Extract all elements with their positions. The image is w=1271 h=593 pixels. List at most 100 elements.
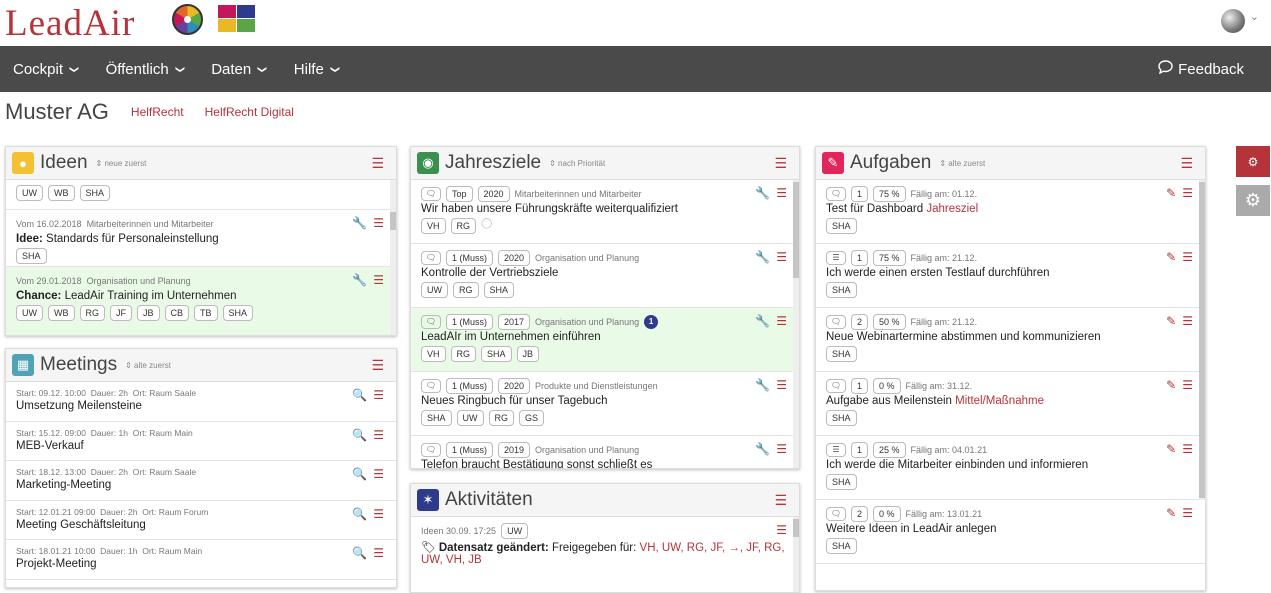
sort-indicator[interactable]: ⇕ nach Priorität xyxy=(549,159,605,168)
tag[interactable]: RG xyxy=(453,282,479,298)
list-item[interactable]: Start: 18.12. 13:00 Dauer: 2h Ort: Raum … xyxy=(6,461,396,501)
menu-icon[interactable]: ☰ xyxy=(776,250,787,264)
list-item[interactable]: 🗨 1 (Muss) 2020 Organisation und Planung Ko… xyxy=(411,244,799,308)
tag[interactable]: WB xyxy=(48,305,75,321)
menu-icon[interactable]: ☰ xyxy=(1182,378,1193,392)
gears-button[interactable]: ⚙ xyxy=(1236,185,1270,216)
list-item[interactable]: 🗨 1 (Muss) 2017 Organisation und Planung 1 L… xyxy=(411,308,799,372)
search-icon[interactable]: 🔍 xyxy=(352,507,367,521)
comment-icon[interactable]: 🗨 xyxy=(421,250,441,265)
menu-icon[interactable]: ☰ xyxy=(373,273,384,287)
tag[interactable]: RG xyxy=(450,346,477,362)
search-icon[interactable]: 🔍 xyxy=(352,428,367,442)
tag[interactable]: RG xyxy=(450,218,477,234)
menu-icon[interactable]: ☰ xyxy=(1182,442,1193,456)
list-item[interactable]: Start: 18.01.21 10:00 Dauer: 1h Ort: Rau… xyxy=(6,540,396,580)
menu-icon[interactable]: ☰ xyxy=(776,314,787,328)
pencil-icon[interactable]: ✎ xyxy=(1166,314,1176,328)
tag[interactable]: SHA xyxy=(826,346,857,362)
chevron-down-icon[interactable]: ⌄ xyxy=(1250,10,1259,23)
tag[interactable]: SHA xyxy=(826,410,857,426)
nav-cockpit[interactable]: Cockpit ❯ xyxy=(0,46,92,92)
sort-indicator[interactable]: ⇕ alte zuerst xyxy=(125,361,171,370)
link-helfrecht-digital[interactable]: HelfRecht Digital xyxy=(205,105,294,119)
tag[interactable]: SHA xyxy=(222,305,254,321)
menu-icon[interactable]: ☰ xyxy=(371,357,384,374)
menu-icon[interactable]: ☰ xyxy=(373,216,384,230)
tag[interactable]: SHA xyxy=(481,346,512,362)
tag[interactable]: SHA xyxy=(16,248,47,264)
wrench-icon[interactable]: 🔧 xyxy=(755,378,770,392)
quadrant-grid-icon[interactable] xyxy=(218,5,255,32)
pencil-icon[interactable]: ✎ xyxy=(1166,186,1176,200)
search-icon[interactable]: 🔍 xyxy=(352,388,367,402)
scrollbar[interactable] xyxy=(793,180,799,468)
settings-gear-button[interactable]: ⚙ xyxy=(1236,146,1270,177)
tag[interactable]: SHA xyxy=(826,474,857,490)
comment-icon[interactable]: 🗨 xyxy=(826,186,846,201)
scrollbar[interactable] xyxy=(390,180,396,335)
tag[interactable]: CB xyxy=(164,305,190,321)
tag[interactable]: UW xyxy=(456,410,484,426)
list-item[interactable]: 🗨 1 0 % Fällig am: 31.12. Aufgabe aus Meile… xyxy=(816,372,1205,436)
list-item[interactable]: Vom 16.02.2018 Mitarbeiterinnen und Mitar… xyxy=(6,210,396,267)
app-logo[interactable]: LeadAir xyxy=(5,2,135,45)
menu-icon[interactable]: ☰ xyxy=(1180,155,1193,172)
menu-icon[interactable]: ☰ xyxy=(774,492,787,509)
count-badge[interactable]: 1 xyxy=(644,314,659,329)
link-helfrecht[interactable]: HelfRecht xyxy=(131,105,184,119)
list-item[interactable]: 🗨 1 75 % Fällig am: 01.12. Test für Dashboa… xyxy=(816,180,1205,244)
list-item[interactable]: Start: 09.12. 10:00 Dauer: 2h Ort: Raum … xyxy=(6,382,396,422)
wrench-icon[interactable]: 🔧 xyxy=(755,314,770,328)
tag[interactable]: RG xyxy=(79,305,105,321)
wrench-icon[interactable]: 🔧 xyxy=(352,273,367,287)
search-icon[interactable]: 🔍 xyxy=(352,467,367,481)
tag[interactable]: GS xyxy=(519,410,545,426)
comment-icon[interactable]: 🗨 xyxy=(826,314,846,329)
color-wheel-icon[interactable] xyxy=(172,4,203,35)
list-item[interactable]: ☰ 1 25 % Fällig am: 04.01.21 Ich werde die … xyxy=(816,436,1205,500)
tag[interactable]: SHA xyxy=(826,218,857,234)
search-icon[interactable]: 🔍 xyxy=(352,546,367,560)
tag[interactable]: SHA xyxy=(421,410,452,426)
menu-icon[interactable]: ☰ xyxy=(776,378,787,392)
tag[interactable]: UW xyxy=(421,282,448,298)
comment-icon[interactable]: 🗨 xyxy=(421,314,441,329)
menu-icon[interactable]: ☰ xyxy=(373,428,384,442)
list-item[interactable]: 🗨 2 0 % Fällig am: 13.01.21 Weitere Ideen i… xyxy=(816,500,1205,564)
comment-icon[interactable]: 🗨 xyxy=(826,506,846,521)
wrench-icon[interactable]: 🔧 xyxy=(755,186,770,200)
nav-oeffentlich[interactable]: Öffentlich ❯ xyxy=(92,46,198,92)
wrench-icon[interactable]: 🔧 xyxy=(755,250,770,264)
list-item[interactable]: 🗨 1 (Muss) 2020 Produkte und Dienstleistung… xyxy=(411,372,799,436)
nav-hilfe[interactable]: Hilfe ❯ xyxy=(280,46,353,92)
list-item[interactable]: ☰ 1 75 % Fällig am: 21.12. Ich werde einen … xyxy=(816,244,1205,308)
list-item[interactable]: 🗨 Top 2020 Mitarbeiterinnen und Mitarbeiter… xyxy=(411,180,799,244)
wrench-icon[interactable]: 🔧 xyxy=(352,216,367,230)
tag[interactable]: WB xyxy=(48,185,75,201)
scrollbar[interactable] xyxy=(1199,180,1205,500)
list-item[interactable]: 🗨 1 (Muss) 2019 Organisation und Planung Te… xyxy=(411,436,799,468)
menu-icon[interactable]: ☰ xyxy=(371,155,384,172)
comment-icon[interactable]: 🗨 xyxy=(421,186,441,201)
menu-icon[interactable]: ☰ xyxy=(1182,186,1193,200)
list-item[interactable]: Vom 29.01.2018 Organisation und Planung C… xyxy=(6,267,396,335)
comment-icon[interactable]: 🗨 xyxy=(826,378,846,393)
tag[interactable]: UW xyxy=(16,185,43,201)
tag[interactable]: TB xyxy=(194,305,218,321)
sort-indicator[interactable]: ⇕ alte zuerst xyxy=(939,159,985,168)
list-item[interactable]: Start: 15.12. 09:00 Dauer: 1h Ort: Raum … xyxy=(6,422,396,461)
tag[interactable]: SHA xyxy=(79,185,111,201)
checklist-icon[interactable]: ☰ xyxy=(826,250,846,265)
pencil-icon[interactable]: ✎ xyxy=(1166,442,1176,456)
comment-icon[interactable]: 🗨 xyxy=(421,442,441,457)
list-item[interactable]: Ideen 30.09. 17:25 UW 🏷 Datensatz geänder… xyxy=(411,517,799,592)
pencil-icon[interactable]: ✎ xyxy=(1166,250,1176,264)
tag[interactable]: VH xyxy=(421,346,446,362)
menu-icon[interactable]: ☰ xyxy=(776,523,787,537)
menu-icon[interactable]: ☰ xyxy=(373,507,384,521)
menu-icon[interactable]: ☰ xyxy=(373,546,384,560)
tag[interactable]: JB xyxy=(516,346,540,362)
tag[interactable]: VH xyxy=(421,218,446,234)
menu-icon[interactable]: ☰ xyxy=(776,442,787,456)
